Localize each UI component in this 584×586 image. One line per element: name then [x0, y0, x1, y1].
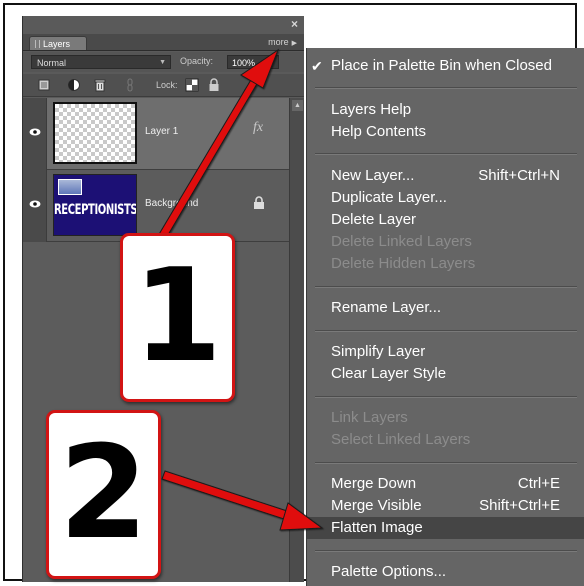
menu-separator: [315, 550, 577, 552]
scroll-up-icon[interactable]: ▲: [292, 100, 303, 111]
layer-thumbnail: RECEPTIONISTS: [53, 174, 137, 236]
tab-layers-label: Layers: [43, 39, 71, 49]
menu-item-link-layers: Link Layers: [307, 407, 584, 429]
blend-options-row: Normal ▼ Opacity: 100%: [23, 52, 304, 72]
tab-layers[interactable]: Layers: [29, 36, 87, 50]
blend-mode-value: Normal: [37, 58, 67, 68]
fx-icon[interactable]: fx: [253, 120, 263, 136]
menu-item-label: Help Contents: [331, 123, 427, 140]
thumbnail-graphic: [58, 179, 82, 195]
layer-row-background[interactable]: RECEPTIONISTS Background: [23, 170, 289, 242]
menu-item-label: Delete Hidden Layers: [331, 255, 476, 272]
more-label: more: [268, 37, 289, 47]
layer-tools-row: Lock:: [23, 74, 304, 97]
visibility-cell[interactable]: [23, 170, 47, 242]
layers-scrollbar[interactable]: ▲: [289, 98, 304, 582]
menu-separator: [315, 87, 577, 89]
eye-icon[interactable]: [29, 200, 41, 208]
link-icon[interactable]: [123, 78, 137, 92]
grip-icon: [35, 40, 40, 48]
trash-icon[interactable]: [93, 78, 107, 92]
adjustment-layer-icon[interactable]: [67, 78, 81, 92]
menu-item-label: Duplicate Layer...: [331, 189, 447, 206]
menu-item-label: Flatten Image: [331, 519, 423, 536]
menu-item-shortcut: Shift+Ctrl+N: [478, 167, 560, 184]
menu-item-delete-linked-layers: Delete Linked Layers: [307, 231, 584, 253]
menu-item-duplicate-layer[interactable]: Duplicate Layer...: [307, 187, 584, 209]
menu-separator: [315, 153, 577, 155]
menu-item-label: Clear Layer Style: [331, 365, 447, 382]
opacity-input[interactable]: 100%: [227, 55, 279, 69]
callout-step-2: 2: [46, 410, 161, 579]
menu-item-new-layer[interactable]: New Layer... Shift+Ctrl+N: [307, 165, 584, 187]
layer-name: Layer 1: [145, 126, 179, 137]
palette-flyout-menu: ✔ Place in Palette Bin when Closed Layer…: [306, 48, 584, 586]
menu-item-label: Select Linked Layers: [331, 431, 471, 448]
layer-row-layer-1[interactable]: Layer 1 fx: [23, 98, 289, 170]
checkmark-icon: ✔: [311, 58, 323, 74]
lock-transparent-icon[interactable]: [185, 78, 199, 92]
menu-item-label: Link Layers: [331, 409, 408, 426]
more-button[interactable]: more ▶: [268, 36, 297, 50]
menu-item-palette-options[interactable]: Palette Options...: [307, 561, 584, 583]
menu-item-shortcut: Ctrl+E: [517, 475, 560, 492]
menu-item-select-linked-layers: Select Linked Layers: [307, 429, 584, 451]
chevron-down-icon: ▼: [159, 59, 166, 66]
menu-item-clear-layer-style[interactable]: Clear Layer Style: [307, 363, 584, 385]
menu-separator: [315, 330, 577, 332]
menu-item-label: Merge Visible: [331, 497, 422, 514]
menu-item-label: Delete Layer: [331, 211, 417, 228]
menu-item-label: New Layer...: [331, 167, 415, 184]
palette-tab-bar: Layers more ▶: [23, 34, 304, 51]
menu-separator: [315, 286, 577, 288]
menu-item-label: Simplify Layer: [331, 343, 426, 360]
menu-separator: [315, 462, 577, 464]
opacity-label: Opacity:: [180, 56, 214, 66]
menu-item-merge-down[interactable]: Merge Down Ctrl+E: [307, 473, 584, 495]
layer-name: Background: [145, 198, 199, 209]
menu-item-label: Rename Layer...: [331, 299, 442, 316]
thumbnail-text: RECEPTIONISTS: [54, 202, 137, 219]
lock-all-icon[interactable]: [207, 78, 221, 92]
menu-item-delete-layer[interactable]: Delete Layer: [307, 209, 584, 231]
visibility-cell[interactable]: [23, 98, 47, 170]
menu-item-label: Layers Help: [331, 101, 412, 118]
menu-item-shortcut: Shift+Ctrl+E: [479, 497, 560, 514]
menu-item-label: Delete Linked Layers: [331, 233, 472, 250]
new-layer-icon[interactable]: [37, 78, 51, 92]
blend-mode-select[interactable]: Normal ▼: [31, 55, 171, 69]
layer-thumbnail: [53, 102, 137, 164]
menu-item-label: Palette Options...: [331, 563, 447, 580]
menu-item-flatten-image[interactable]: Flatten Image: [307, 517, 584, 539]
close-icon[interactable]: ×: [291, 17, 298, 31]
menu-item-layers-help[interactable]: Layers Help: [307, 99, 584, 121]
lock-icon: [254, 196, 264, 209]
menu-item-merge-visible[interactable]: Merge Visible Shift+Ctrl+E: [307, 495, 584, 517]
menu-item-label: Merge Down: [331, 475, 417, 492]
menu-item-label: Place in Palette Bin when Closed: [331, 57, 552, 74]
menu-item-simplify-layer[interactable]: Simplify Layer: [307, 341, 584, 363]
menu-item-place-in-palette-bin[interactable]: ✔ Place in Palette Bin when Closed: [307, 55, 584, 77]
menu-item-delete-hidden-layers: Delete Hidden Layers: [307, 253, 584, 275]
menu-item-help-contents[interactable]: Help Contents: [307, 121, 584, 143]
triangle-right-icon: ▶: [291, 40, 297, 47]
callout-step-1: 1: [120, 233, 235, 402]
menu-separator: [315, 396, 577, 398]
lock-label: Lock:: [156, 80, 178, 90]
eye-icon[interactable]: [29, 128, 41, 136]
menu-item-rename-layer[interactable]: Rename Layer...: [307, 297, 584, 319]
